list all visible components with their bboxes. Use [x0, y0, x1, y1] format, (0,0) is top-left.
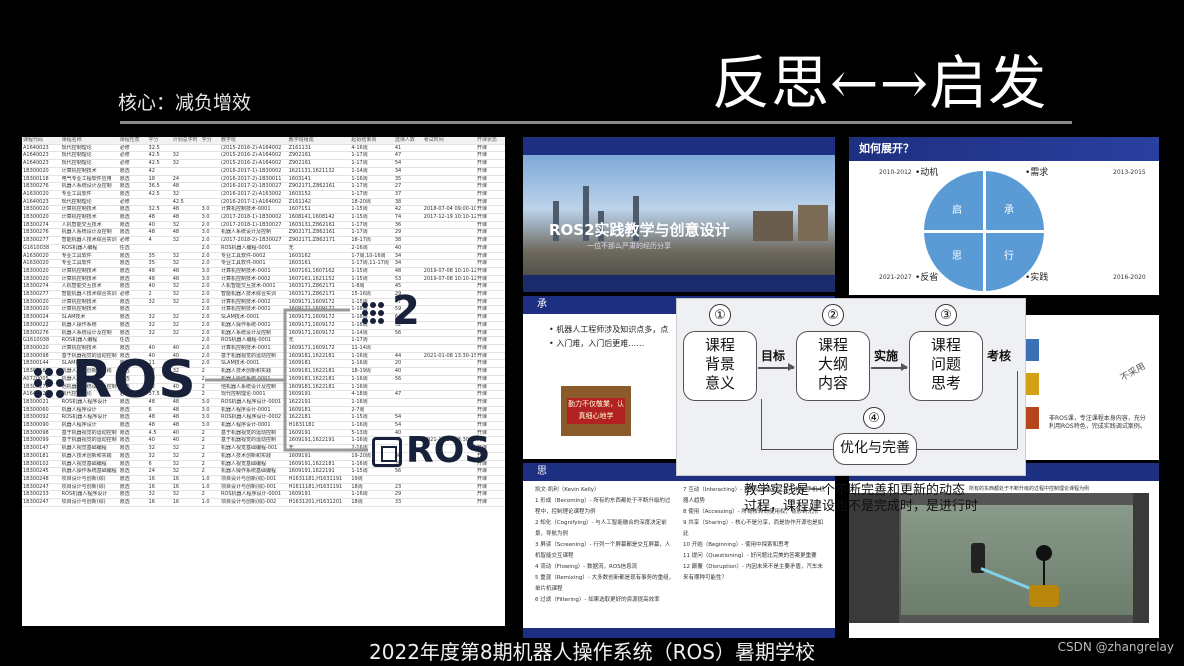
year-label: 2016-2020 [1113, 274, 1146, 281]
step-box-optimize: 优化与完善 [833, 433, 917, 465]
feedback-loop-bottom [917, 449, 1017, 450]
slide-note: 非ROS课，专注课程本身内容，充分利用ROS特色，完成实践调试案例。 [1049, 415, 1146, 430]
quadrant-xing: 行 [1004, 251, 1014, 262]
quadrant-label-reflect: •反省 [915, 273, 939, 283]
quadrant-circle: 启 承 思 行 [924, 171, 1044, 291]
bullet-item: • 机器人工程师涉及知识点多，点 [549, 325, 669, 334]
arrow-right-icon [871, 364, 908, 370]
ros-dots-icon [34, 368, 64, 398]
feedback-loop-bottom-left [761, 449, 833, 450]
process-diagram: ① ② ③ 课程 背景 意义 课程 大纲 内容 课程 问题 思考 目标 实施 考核 ④ 优化… [676, 298, 1026, 476]
ros-chip-text: ROS [406, 430, 491, 471]
year-label: 2021-2027 [879, 274, 912, 281]
sign-text: 勤力不仅敬業，认真细心地学 [567, 398, 625, 424]
ros-chip-logo: ROS [372, 430, 490, 471]
slide-cover-thumbnail: ROS2实践教学与创意设计 一位不那么严肃的经历分享 [523, 137, 835, 292]
sign-photo: 勤力不仅敬業，认真细心地学 [561, 386, 631, 436]
step-number: ① [709, 304, 731, 326]
feedback-loop-left [761, 399, 762, 449]
arrow-right-icon [758, 364, 795, 370]
list-item: 2 知化（Cognifying）- 与人工智能融合的深度决定前景，导航为例 [535, 520, 667, 537]
arrow-label-assess: 考核 [987, 349, 1012, 363]
slide-expand-thumbnail: 如何展开？ 2010-2012 2013-2015 2021-2027 2016… [849, 137, 1159, 295]
list-item: 12 颠覆（Disruption）- 内因未来不是主要矛盾，汽车未来有哪种可能性… [683, 564, 823, 581]
quadrant-label-motivation: •动机 [915, 168, 939, 178]
arrow-label-goal: 目标 [761, 349, 786, 363]
slide-top-bar [523, 137, 835, 155]
stamp-text: 不采用 [1119, 361, 1148, 384]
list-item: 9 共享（Sharing）- 核心不是分享，而是协作开源也是如此 [683, 520, 824, 537]
quadrant-qi: 启 [952, 205, 962, 216]
slide-caption: 所有的东西都处于不断升级的过程中控制理论课程为例 [969, 486, 1090, 492]
step-number: ④ [863, 407, 885, 429]
year-label: 2010-2012 [879, 169, 912, 176]
list-item: 11 提问（Questioning）- 好问题比完美的答案更重要 [683, 553, 817, 559]
arrow-label-implement: 实施 [874, 349, 899, 363]
quadrant-label-demand: •需求 [1025, 168, 1049, 178]
ros2-logo: 2 [362, 288, 420, 334]
watermark: CSDN @zhangrelay [1057, 640, 1174, 654]
list-item: 10 开始（Beginning）- 使用中探索和思考 [683, 542, 790, 548]
connector-to-ros-chip [205, 378, 368, 452]
ros2-number: 2 [392, 288, 420, 334]
step-number: ② [822, 304, 844, 326]
chip-icon [372, 437, 402, 467]
simulation-ground [901, 505, 1133, 615]
trend-list-left: 凯文·凯利（Kevin Kelly） 1 形成（Becoming）- 所有的东西… [535, 485, 675, 606]
overlay-line: 过程，课程建设也不是完成时，是进行时 [744, 499, 979, 514]
overlay-line: 教学实践是一个不断完善和更新的动态 [744, 483, 966, 498]
list-item: 凯文·凯利（Kevin Kelly） [535, 487, 600, 493]
event-footer: 2022年度第8期机器人操作系统（ROS）暑期学校 [369, 640, 815, 664]
robot-base [1029, 585, 1059, 607]
slide-bottom-bar [523, 275, 835, 292]
ros-logo-text: ROS [72, 350, 197, 410]
quadrant-cheng: 承 [1004, 205, 1014, 216]
cover-subtitle: 一位不那么严肃的经历分享 [587, 242, 671, 250]
ros-logo-large: ROS [34, 350, 197, 410]
list-item: 6 过滤（Filtering）- 如果选取更好的资源提高效率 [535, 597, 660, 603]
year-label: 2013-2015 [1113, 169, 1146, 176]
quadrant-label-practice: •实践 [1025, 273, 1049, 283]
cover-title: ROS2实践教学与创意设计 [549, 221, 730, 239]
quadrant-si: 思 [952, 251, 962, 262]
list-item: 1 形成（Becoming）- 所有的东西都处于不断升级的过程中，控制理论课程为… [535, 498, 671, 515]
ros2-dots-icon [362, 302, 384, 324]
overlay-quote: 教学实践是一个不断完善和更新的动态 过程，课程建设也不是完成时，是进行时 [744, 483, 978, 515]
city-skyline-photo [523, 155, 835, 275]
connector-to-ros2 [205, 308, 350, 382]
list-item: 3 屏读（Screening）- 行列一个屏幕都是交互屏幕，人机智能交互课程 [535, 542, 671, 559]
slide-expand-header: 如何展开？ [849, 137, 1159, 161]
list-item: 4 流动（Flowing）- 数据流，ROS信息流 [535, 564, 638, 570]
step-box-background: 课程 背景 意义 [683, 331, 757, 401]
list-item: 5 重混（Remixing）- 大多数创新都是现有事务的重组，单片机课程 [535, 575, 675, 592]
bullet-item: • 入门难，入门后更难…… [549, 339, 645, 348]
step-number: ③ [935, 304, 957, 326]
